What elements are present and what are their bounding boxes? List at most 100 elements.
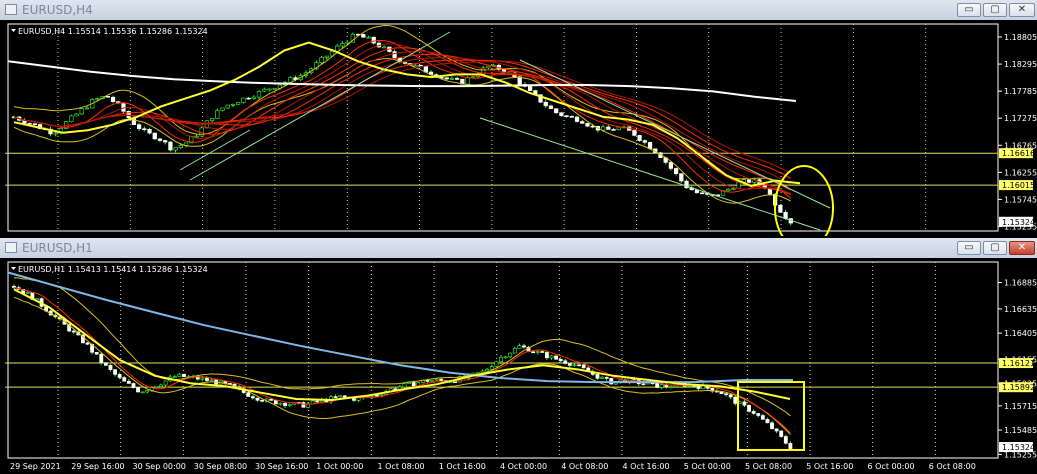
chart-window-h4[interactable]: EURUSD,H4 ▭ ▢ ✕ 1.18805 1.18295 1.17785 1.1…	[0, 0, 1037, 236]
candle-body	[230, 104, 236, 106]
candle-body	[246, 97, 251, 100]
candle-body	[99, 353, 104, 363]
candle-body	[340, 43, 345, 47]
candle-body	[27, 122, 32, 125]
candle-body	[700, 192, 705, 195]
candle-body	[595, 374, 600, 379]
y-tick-label: 1.17785	[1004, 87, 1037, 96]
candle-body	[117, 374, 122, 378]
candle-body	[580, 121, 585, 124]
candle-body	[402, 383, 407, 388]
candle-body	[783, 436, 788, 444]
candle-body	[136, 387, 140, 393]
y-tick-label: 1.17275	[1004, 114, 1037, 123]
candle-body	[569, 116, 574, 118]
candle-body	[182, 373, 186, 378]
minimize-button[interactable]: ▭	[957, 241, 981, 255]
candle-body	[273, 400, 278, 405]
x-tick-label: 30 Sep 08:00	[194, 462, 247, 471]
candle-body	[241, 97, 246, 103]
candle-body	[338, 395, 343, 398]
chart-window-icon	[5, 242, 17, 253]
candle-body	[606, 126, 611, 130]
candle-body	[209, 118, 215, 122]
chart-window-h1[interactable]: EURUSD,H1 ▭ ▢ ✕ 1.16885 1.16635 1.16405 1.1…	[0, 238, 1037, 474]
candle-body	[94, 351, 99, 355]
candle-body	[122, 377, 127, 382]
candle-body	[751, 411, 756, 414]
candle-body	[103, 362, 108, 366]
candle-body	[554, 108, 559, 114]
candle-body	[215, 110, 220, 119]
close-button[interactable]: ✕	[1009, 3, 1035, 17]
candle-body	[152, 132, 157, 140]
candle-body	[236, 102, 241, 105]
candle-body	[121, 102, 126, 112]
candle-body	[172, 376, 177, 378]
maximize-button[interactable]: ▢	[983, 241, 1007, 255]
candle-body	[517, 345, 522, 349]
y-tick-label: 1.16885	[1004, 279, 1037, 288]
candle-body	[549, 355, 554, 359]
chart-background	[0, 258, 1037, 474]
candle-body	[379, 394, 384, 396]
candle-body	[126, 380, 131, 384]
candle-body	[736, 181, 741, 189]
candle-body	[366, 36, 371, 39]
x-tick-label: 1 Oct 16:00	[439, 462, 486, 471]
h1-price-chart[interactable]: 1.168851.166351.164051.161551.159251.157…	[0, 258, 1037, 474]
candle-body	[260, 399, 264, 402]
candle-body	[770, 422, 774, 430]
candle-body	[642, 140, 647, 143]
candle-body	[283, 402, 287, 406]
candle-body	[136, 124, 142, 130]
candle-body	[489, 366, 494, 370]
candle-body	[632, 130, 637, 136]
candle-body	[512, 348, 517, 354]
candle-body	[668, 162, 674, 169]
x-tick-label: 1 Oct 08:00	[378, 462, 425, 471]
candle-body	[256, 90, 262, 98]
candle-body	[669, 386, 673, 389]
candle-body	[79, 108, 84, 115]
candle-body	[110, 96, 116, 102]
y-tick-label: 1.16255	[1004, 168, 1037, 177]
candle-body	[69, 115, 74, 123]
candle-body	[726, 188, 731, 192]
candle-body	[655, 382, 660, 388]
candle-body	[548, 105, 554, 110]
candle-body	[301, 402, 306, 408]
candle-body	[209, 379, 214, 382]
candle-body	[108, 365, 113, 370]
candle-body	[361, 34, 366, 38]
maximize-button[interactable]: ▢	[983, 3, 1007, 17]
candle-body	[503, 356, 508, 359]
window-titlebar[interactable]: EURUSD,H4 ▭ ▢ ✕	[0, 0, 1037, 21]
candle-body	[765, 419, 770, 424]
candle-body	[444, 77, 449, 80]
candle-body	[788, 442, 793, 450]
candle-body	[567, 363, 572, 366]
chart-window-icon	[5, 4, 17, 15]
close-button[interactable]: ✕	[1009, 241, 1035, 255]
candle-body	[25, 292, 30, 294]
candle-body	[543, 101, 548, 107]
minimize-button[interactable]: ▭	[957, 3, 981, 17]
candle-body	[315, 400, 320, 403]
candle-body	[572, 364, 577, 367]
h4-price-chart[interactable]: 1.188051.182951.177851.172751.167651.162…	[0, 20, 1037, 236]
level-price-label: 1.16616	[1002, 149, 1035, 158]
level-price-label: 1.15892	[1002, 383, 1035, 392]
x-tick-label: 4 Oct 08:00	[561, 462, 608, 471]
candle-body	[747, 404, 751, 412]
candle-body	[154, 386, 159, 389]
candle-body	[486, 65, 491, 69]
candle-body	[756, 413, 761, 416]
candle-body	[574, 116, 580, 122]
candle-body	[465, 77, 470, 85]
x-tick-label: 4 Oct 16:00	[623, 462, 670, 471]
candle-body	[74, 113, 79, 117]
window-titlebar[interactable]: EURUSD,H1 ▭ ▢ ✕	[0, 238, 1037, 259]
y-tick-label: 1.18805	[1004, 33, 1037, 42]
candle-body	[32, 123, 37, 125]
